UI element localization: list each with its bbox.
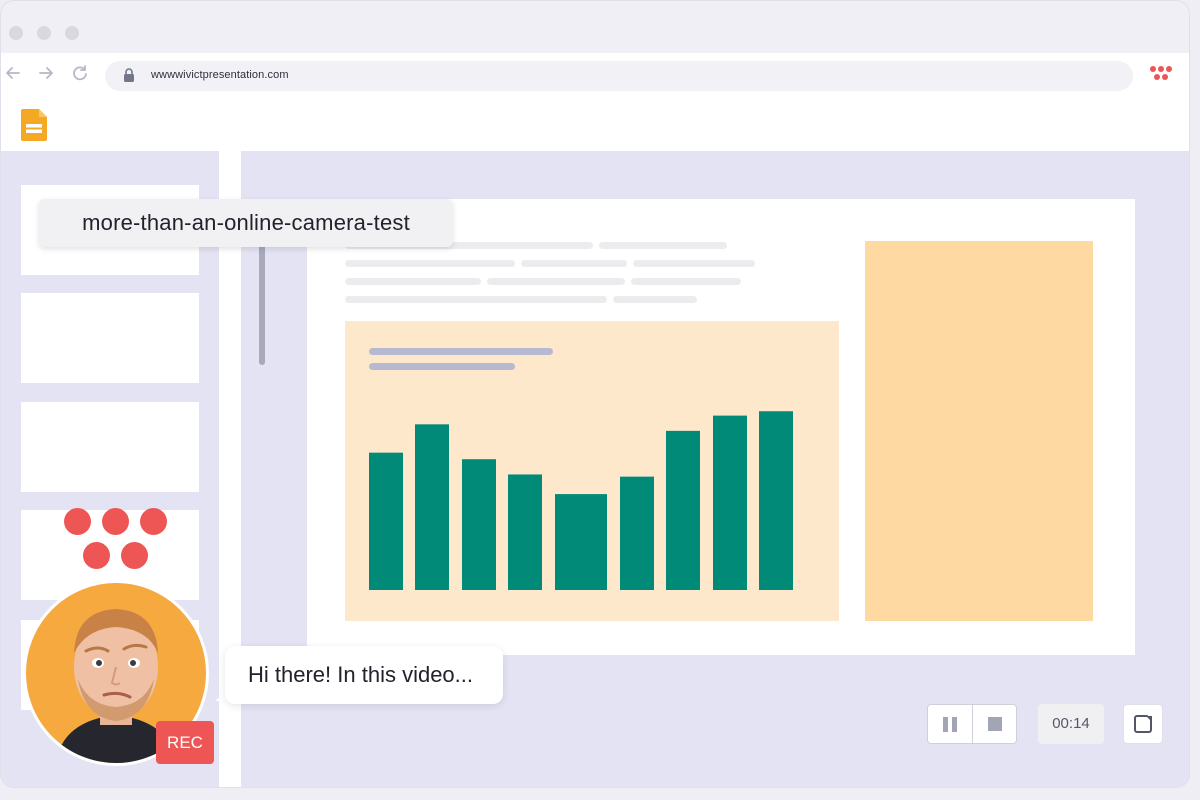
scrollbar-thumb[interactable] xyxy=(259,241,265,365)
text-placeholder-line xyxy=(345,260,515,267)
chart-bar xyxy=(369,452,403,590)
window-minimize-dot[interactable] xyxy=(37,26,51,40)
chart-bar xyxy=(620,476,654,590)
text-placeholder-line xyxy=(631,278,741,285)
slides-document-icon[interactable] xyxy=(21,109,47,141)
slide-thumbnail-2[interactable] xyxy=(21,293,199,383)
chart-bar xyxy=(759,411,793,590)
text-placeholder-line xyxy=(599,242,727,249)
browser-window: wwwwivictpresentation.com more-than-an-o… xyxy=(0,0,1190,788)
text-placeholder-line xyxy=(345,278,481,285)
bar-chart-card xyxy=(345,321,839,621)
window-titlebar xyxy=(1,1,1189,53)
url-text: wwwwivictpresentation.com xyxy=(151,69,289,81)
text-placeholder-line xyxy=(487,278,625,285)
text-placeholder-line xyxy=(633,260,755,267)
chart-bar xyxy=(555,494,607,590)
slide-canvas xyxy=(307,199,1135,655)
share-button[interactable] xyxy=(1123,704,1163,744)
logo-dot xyxy=(140,508,167,535)
chart-bar xyxy=(713,415,747,590)
image-placeholder-panel xyxy=(865,241,1093,621)
recording-timer: 00:14 xyxy=(1038,704,1104,744)
text-placeholder-line xyxy=(345,296,607,303)
text-placeholder-line xyxy=(613,296,697,303)
forward-arrow-icon[interactable] xyxy=(35,62,57,84)
recording-controls xyxy=(927,704,1017,744)
slide-title-tooltip: more-than-an-online-camera-test xyxy=(39,199,453,247)
url-field[interactable]: wwwwivictpresentation.com xyxy=(105,61,1133,91)
speech-bubble: Hi there! In this video... xyxy=(225,646,503,704)
chart-bar xyxy=(462,459,496,590)
logo-dot xyxy=(121,542,148,569)
logo-dot xyxy=(102,508,129,535)
text-placeholder-line xyxy=(521,260,627,267)
window-maximize-dot[interactable] xyxy=(65,26,79,40)
logo-dot xyxy=(64,508,91,535)
slide-thumbnail-3[interactable] xyxy=(21,402,199,492)
address-bar: wwwwivictpresentation.com xyxy=(1,53,1189,97)
chart-bar xyxy=(666,430,700,590)
app-menu-dots-icon[interactable] xyxy=(1149,65,1173,83)
pause-icon[interactable] xyxy=(928,705,972,743)
stop-icon[interactable] xyxy=(973,705,1017,743)
reload-icon[interactable] xyxy=(69,62,91,84)
back-arrow-icon[interactable] xyxy=(3,62,25,84)
app-toolbar xyxy=(1,97,1189,151)
window-close-dot[interactable] xyxy=(9,26,23,40)
chart-bar xyxy=(415,424,449,590)
chart-bar xyxy=(508,474,542,590)
logo-dot xyxy=(83,542,110,569)
lock-icon xyxy=(124,68,134,82)
rec-indicator[interactable]: REC xyxy=(156,721,214,764)
bar-chart xyxy=(369,411,793,590)
share-icon xyxy=(1134,715,1152,733)
